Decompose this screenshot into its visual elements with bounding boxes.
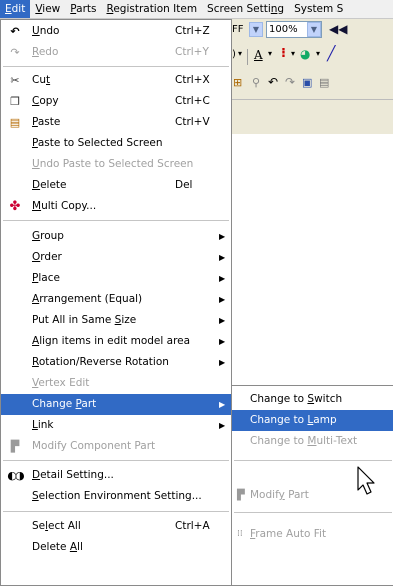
menu-item-same-size[interactable]: Put All in Same Size ▶ — [1, 310, 231, 331]
menu-separator — [3, 220, 229, 221]
menu-bar: Edit View Parts Registration Item Screen… — [0, 0, 393, 19]
modify-part-icon: ▛ — [237, 490, 245, 501]
menubar-registration-item[interactable]: Registration Item — [101, 0, 202, 18]
shortcut-label: Ctrl+V — [175, 116, 210, 128]
toolbar-area: FF ▼ 100% ▼ ◀◀ ) ▾ A ▾ ⁝ ▾ ◕ ▾ ╱ ⊞ ⚲ ↶ ↷… — [230, 19, 393, 134]
edit-menu: ↶ Undo Ctrl+Z ↷ Redo Ctrl+Y ✂ Cut Ctrl+X… — [0, 19, 232, 586]
shortcut-label: Ctrl+A — [175, 520, 210, 532]
menu-item-modify-component-part[interactable]: ▛ Modify Component Part — [1, 436, 231, 457]
menu-item-vertex-edit[interactable]: Vertex Edit — [1, 373, 231, 394]
chevron-down-icon[interactable]: ▾ — [316, 49, 320, 58]
redo-icon[interactable]: ↷ — [285, 75, 295, 89]
frame-icon[interactable]: ▤ — [319, 76, 329, 89]
line-draw-icon[interactable]: ╱ — [327, 46, 335, 62]
submenu-arrow-icon: ▶ — [219, 253, 226, 262]
menu-item-order[interactable]: Order ▶ — [1, 247, 231, 268]
menu-item-undo[interactable]: ↶ Undo Ctrl+Z — [1, 21, 231, 42]
toolbar-row-1: FF ▼ 100% ▼ ◀◀ — [230, 21, 393, 43]
menu-item-align[interactable]: Align items in edit model area ▶ — [1, 331, 231, 352]
submenu-arrow-icon: ▶ — [219, 295, 226, 304]
font-combo-tail: FF — [232, 24, 244, 35]
menu-item-place[interactable]: Place ▶ — [1, 268, 231, 289]
chevron-down-icon[interactable]: ▾ — [238, 49, 242, 58]
mouse-pointer-icon — [357, 466, 375, 495]
menu-item-group[interactable]: Group ▶ — [1, 226, 231, 247]
toolbar-row-3: ⊞ ⚲ ↶ ↷ ▣ ▤ — [230, 74, 393, 96]
menu-item-rotation[interactable]: Rotation/Reverse Rotation ▶ — [1, 352, 231, 373]
menu-item-link[interactable]: Link ▶ — [1, 415, 231, 436]
shortcut-label: Del — [175, 179, 193, 191]
redo-icon: ↷ — [10, 46, 20, 59]
zoom-dropdown-icon[interactable]: ▼ — [307, 22, 321, 37]
menu-item-delete-all[interactable]: Delete All — [1, 537, 231, 558]
menu-separator — [3, 511, 229, 512]
rewind-icon[interactable]: ◀◀ — [329, 22, 347, 36]
submenu-item-change-to-lamp[interactable]: Change to Lamp — [232, 410, 393, 431]
chevron-down-icon[interactable]: ▾ — [291, 49, 295, 58]
pipe-separator-icon: ) — [232, 49, 236, 60]
undo-icon[interactable]: ↶ — [268, 75, 278, 89]
component-icon[interactable]: ⚲ — [252, 76, 260, 89]
menu-item-paste-to-selected-screen[interactable]: Paste to Selected Screen — [1, 133, 231, 154]
menu-item-delete[interactable]: Delete Del — [1, 175, 231, 196]
toolbar-row-2: ) ▾ A ▾ ⁝ ▾ ◕ ▾ ╱ — [230, 46, 393, 68]
line-color-icon[interactable]: ⁝ — [281, 46, 286, 61]
menubar-edit[interactable]: Edit — [0, 0, 31, 18]
frame-fit-icon: ⁞⁞ — [237, 529, 243, 539]
menu-item-arrangement[interactable]: Arrangement (Equal) ▶ — [1, 289, 231, 310]
submenu-item-change-to-switch[interactable]: Change to Switch — [232, 389, 393, 410]
menu-item-select-all[interactable]: Select All Ctrl+A — [1, 516, 231, 537]
copy-icon: ❐ — [10, 95, 20, 108]
chevron-down-icon[interactable]: ▾ — [268, 49, 272, 58]
menu-item-selection-environment-setting[interactable]: Selection Environment Setting... — [1, 486, 231, 507]
menu-item-redo[interactable]: ↷ Redo Ctrl+Y — [1, 42, 231, 63]
submenu-arrow-icon: ▶ — [219, 316, 226, 325]
eyes-icon: ◐◑ — [7, 469, 24, 482]
font-color-icon[interactable]: A — [254, 48, 263, 62]
shortcut-label: Ctrl+C — [175, 95, 210, 107]
scissors-icon: ✂ — [10, 74, 20, 87]
submenu-separator — [234, 460, 392, 461]
component-part-icon: ▛ — [10, 440, 20, 453]
menu-item-change-part[interactable]: Change Part ▶ — [1, 394, 231, 415]
shortcut-label: Ctrl+Z — [175, 25, 210, 37]
menubar-system-setting[interactable]: System S — [289, 0, 348, 18]
menu-separator — [3, 66, 229, 67]
multi-copy-icon: ✤ — [9, 199, 21, 214]
menu-item-undo-paste[interactable]: Undo Paste to Selected Screen — [1, 154, 231, 175]
select-icon[interactable]: ▣ — [302, 76, 312, 89]
submenu-arrow-icon: ▶ — [219, 232, 226, 241]
shortcut-label: Ctrl+Y — [175, 46, 209, 58]
menubar-view[interactable]: View — [30, 0, 65, 18]
submenu-item-change-to-multi-text[interactable]: Change to Multi-Text — [232, 431, 393, 452]
menu-item-paste[interactable]: ▤ Paste Ctrl+V — [1, 112, 231, 133]
menu-item-multi-copy[interactable]: ✤ Multi Copy... — [1, 196, 231, 217]
paste-icon: ▤ — [9, 116, 21, 129]
submenu-arrow-icon: ▶ — [219, 358, 226, 367]
toolbar-divider — [247, 49, 248, 65]
toolbar-bottom-strip — [230, 99, 393, 134]
submenu-arrow-icon: ▶ — [219, 337, 226, 346]
menu-item-copy[interactable]: ❐ Copy Ctrl+C — [1, 91, 231, 112]
shortcut-label: Ctrl+X — [175, 74, 210, 86]
dropdown-arrow-icon[interactable]: ▼ — [249, 22, 263, 37]
submenu-separator — [234, 512, 392, 513]
submenu-item-frame-auto-fit[interactable]: ⁞⁞ Frame Auto Fit — [232, 524, 393, 545]
menu-item-detail-setting[interactable]: ◐◑ Detail Setting... — [1, 465, 231, 486]
fill-color-icon[interactable]: ◕ — [300, 47, 310, 61]
align-grid-icon[interactable]: ⊞ — [233, 76, 242, 89]
submenu-arrow-icon: ▶ — [219, 421, 226, 430]
menubar-parts[interactable]: Parts — [65, 0, 101, 18]
undo-icon: ↶ — [10, 25, 20, 38]
menu-separator — [3, 460, 229, 461]
menubar-screen-setting[interactable]: Screen Setting — [202, 0, 289, 18]
menu-item-cut[interactable]: ✂ Cut Ctrl+X — [1, 70, 231, 91]
submenu-arrow-icon: ▶ — [219, 400, 226, 409]
submenu-arrow-icon: ▶ — [219, 274, 226, 283]
